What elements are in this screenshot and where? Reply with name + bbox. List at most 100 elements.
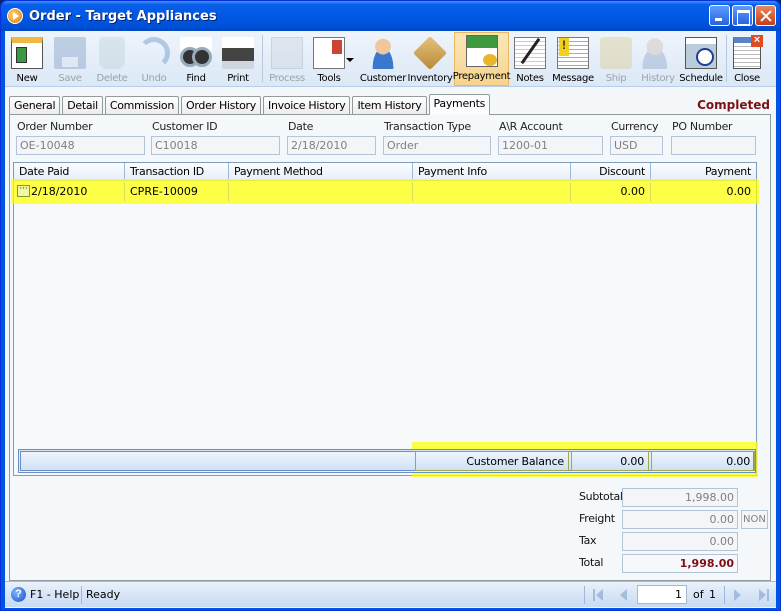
- schedule-label: Schedule: [679, 73, 723, 84]
- previous-page-icon[interactable]: [617, 589, 629, 601]
- notes-label: Notes: [516, 73, 544, 84]
- minimize-button[interactable]: [709, 5, 730, 26]
- transaction-type-label: Transaction Type: [384, 120, 471, 133]
- cell-transaction-id[interactable]: CPRE-10009: [125, 182, 229, 202]
- freight-code-field[interactable]: NON: [741, 510, 768, 529]
- cell-date-paid[interactable]: ··· 2/18/2010: [14, 182, 125, 202]
- message-alert-icon: [557, 37, 589, 69]
- order-number-field[interactable]: OE-10048: [16, 136, 145, 155]
- row-ellipsis-button[interactable]: ···: [17, 185, 30, 197]
- ar-account-label: A\R Account: [499, 120, 563, 133]
- customer-id-field[interactable]: C10018: [151, 136, 280, 155]
- next-page-icon[interactable]: [732, 589, 744, 601]
- recycle-bin-icon: [99, 37, 125, 69]
- cell-payment[interactable]: 0.00: [651, 182, 756, 202]
- inventory-button[interactable]: Inventory: [406, 31, 454, 87]
- page-total: 1: [709, 588, 716, 601]
- tools-label: Tools: [317, 73, 341, 84]
- tab-invoice-history[interactable]: Invoice History: [263, 96, 351, 114]
- notes-button[interactable]: Notes: [509, 31, 551, 87]
- history-button[interactable]: History: [637, 31, 679, 87]
- total-field[interactable]: 1,998.00: [622, 554, 738, 573]
- undo-button[interactable]: Undo: [133, 31, 175, 87]
- prepayment-button[interactable]: Prepayment: [453, 32, 511, 86]
- customer-balance-label: Customer Balance: [415, 451, 569, 471]
- tab-strip: General Detail Commission Order History …: [9, 94, 492, 115]
- tab-item-history[interactable]: Item History: [352, 96, 427, 114]
- date-paid-value: 2/18/2010: [31, 185, 88, 198]
- save-button[interactable]: Save: [49, 31, 91, 87]
- page-number-input[interactable]: 1: [637, 585, 687, 604]
- process-gear-icon: [271, 37, 303, 69]
- new-button[interactable]: New: [5, 31, 49, 87]
- tab-detail[interactable]: Detail: [62, 96, 103, 114]
- total-label: Total: [579, 556, 604, 569]
- customer-person-icon: [367, 37, 399, 69]
- close-button[interactable]: Close: [730, 31, 764, 87]
- title-bar[interactable]: Order - Target Appliances: [1, 1, 780, 31]
- tab-order-history[interactable]: Order History: [181, 96, 261, 114]
- tab-general[interactable]: General: [9, 96, 61, 114]
- undo-arrow-icon: [138, 37, 170, 69]
- date-field[interactable]: 2/18/2010: [287, 136, 376, 155]
- binoculars-icon: [180, 37, 212, 69]
- printer-icon: [222, 37, 254, 69]
- tab-commission[interactable]: Commission: [104, 96, 179, 114]
- process-button[interactable]: Process: [266, 31, 308, 87]
- dropdown-arrow-icon[interactable]: [346, 58, 354, 62]
- subtotal-field[interactable]: 1,998.00: [622, 488, 738, 507]
- new-document-icon: [11, 37, 43, 69]
- payments-grid: Date Paid Transaction ID Payment Method …: [13, 162, 757, 476]
- currency-field[interactable]: USD: [610, 136, 663, 155]
- find-label: Find: [186, 73, 206, 84]
- find-button[interactable]: Find: [175, 31, 217, 87]
- transaction-type-field[interactable]: Order: [383, 136, 491, 155]
- status-bar: ? F1 - Help Ready 1 of 1: [5, 581, 776, 607]
- close-label: Close: [734, 73, 760, 84]
- cell-discount[interactable]: 0.00: [571, 182, 651, 202]
- schedule-button[interactable]: Schedule: [679, 31, 723, 87]
- delete-button[interactable]: Delete: [91, 31, 133, 87]
- freight-label: Freight: [579, 512, 615, 525]
- prepayment-coins-icon: [465, 35, 498, 67]
- status-text: Ready: [86, 588, 121, 601]
- status-separator: [584, 586, 585, 604]
- process-label: Process: [269, 73, 305, 84]
- last-page-icon[interactable]: [757, 589, 769, 601]
- freight-field[interactable]: 0.00: [622, 510, 738, 529]
- tax-field[interactable]: 0.00: [622, 532, 738, 551]
- print-button[interactable]: Print: [217, 31, 259, 87]
- save-label: Save: [58, 73, 82, 84]
- help-icon[interactable]: ?: [11, 587, 26, 602]
- tools-icon: [313, 37, 354, 69]
- history-person-hourglass-icon: [642, 37, 674, 69]
- table-row[interactable]: ··· 2/18/2010 CPRE-10009 0.00 0.00: [14, 182, 756, 202]
- message-button[interactable]: Message: [551, 31, 595, 87]
- cell-payment-method[interactable]: [229, 182, 413, 202]
- close-window-button[interactable]: [755, 5, 776, 26]
- discount-total: 0.00: [571, 451, 649, 471]
- toolbar-separator: [262, 35, 263, 82]
- cell-payment-info[interactable]: [413, 182, 571, 202]
- first-page-icon[interactable]: [593, 589, 605, 601]
- maximize-button[interactable]: [732, 5, 753, 26]
- ship-button[interactable]: Ship: [595, 31, 637, 87]
- delete-label: Delete: [96, 73, 128, 84]
- new-label: New: [16, 73, 38, 84]
- status-separator: [81, 586, 82, 604]
- po-number-field[interactable]: [671, 136, 756, 155]
- tab-payments[interactable]: Payments: [428, 94, 491, 115]
- date-label: Date: [288, 120, 314, 133]
- app-icon: [7, 8, 23, 24]
- subtotal-label: Subtotal: [579, 490, 623, 503]
- help-hint[interactable]: F1 - Help: [30, 588, 79, 601]
- toolbar: New Save Delete Undo Find Print Process …: [5, 31, 776, 87]
- notepad-pen-icon: [514, 37, 546, 69]
- ar-account-field[interactable]: 1200-01: [498, 136, 603, 155]
- tools-button[interactable]: Tools: [308, 31, 360, 87]
- customer-button[interactable]: Customer: [360, 31, 406, 87]
- message-label: Message: [552, 73, 594, 84]
- close-window-icon: [733, 35, 763, 69]
- customer-id-label: Customer ID: [152, 120, 218, 133]
- inventory-label: Inventory: [407, 73, 453, 84]
